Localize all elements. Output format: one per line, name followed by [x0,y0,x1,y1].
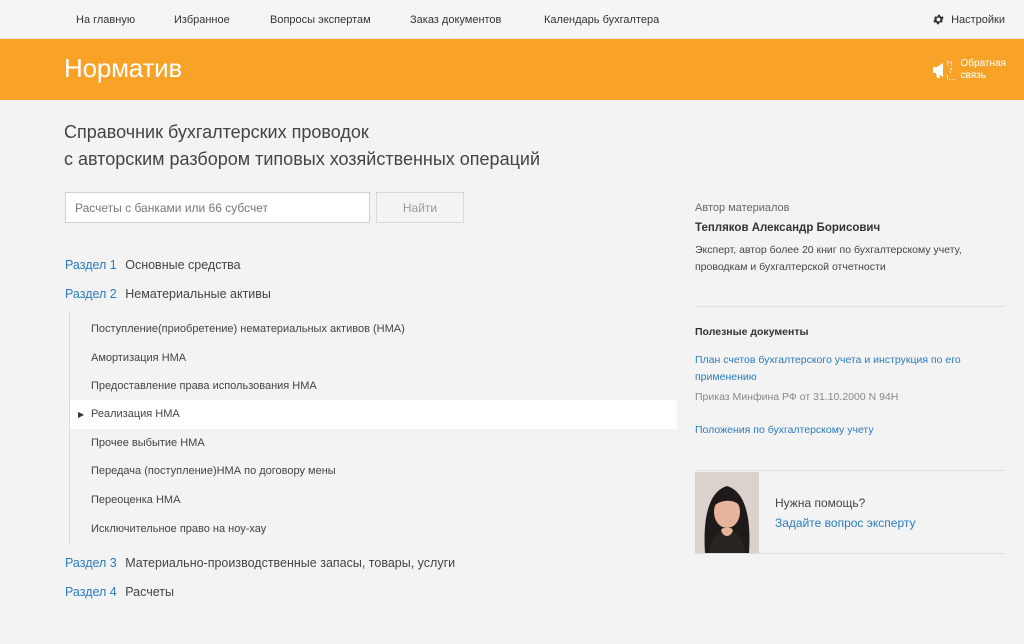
svg-text:!…: !… [946,74,956,82]
top-nav: На главную Избранное Вопросы экспертам З… [0,0,1024,39]
subsection-item[interactable]: Поступление(приобретение) нематериальных… [70,315,677,344]
section-1-link[interactable]: Раздел 1 Основные средства [65,258,241,272]
section-2-subsection-list: Поступление(приобретение) нематериальных… [69,313,677,544]
section-2-link[interactable]: Раздел 2 Нематериальные активы [65,287,271,301]
section-number: Раздел 2 [65,287,117,301]
page-title-line2: с авторским разбором типовых хозяйственн… [64,149,540,169]
subsection-item[interactable]: Передача (поступление)НМА по договору ме… [70,457,677,486]
divider [695,553,1005,554]
subsection-item[interactable]: Исключительное право на ноу-хау [70,515,677,544]
ask-expert-link[interactable]: Задайте вопрос эксперту [775,516,915,530]
author-name: Тепляков Александр Борисович [695,222,881,234]
megaphone-icon: ?! ? !… [932,60,956,82]
section-number: Раздел 4 [65,585,117,599]
subsection-item[interactable]: Переоценка НМА [70,486,677,515]
settings-button[interactable]: Настройки [932,13,1005,26]
page-title-line1: Справочник бухгалтерских проводок [64,122,369,142]
brand-logo[interactable]: Норматив [64,53,182,84]
triangle-right-icon: ▶ [78,410,85,419]
divider [695,306,1005,307]
settings-label: Настройки [951,13,1005,26]
subsection-item[interactable]: Амортизация НМА [70,344,677,373]
section-name: Материально-производственные запасы, тов… [125,556,456,570]
section-4-link[interactable]: Раздел 4 Расчеты [65,585,174,599]
help-question: Нужна помощь? [775,496,866,510]
search-button[interactable]: Найти [376,192,464,223]
author-description: Эксперт, автор более 20 книг по бухгалте… [695,244,962,273]
brand-header: Норматив ?! ? !… Обратная связь [0,39,1024,100]
nav-link-favorites[interactable]: Избранное [174,14,230,26]
gear-icon [933,14,944,25]
nav-link-accountant-calendar[interactable]: Календарь бухгалтера [544,14,659,26]
doc-link-chart-of-accounts[interactable]: План счетов бухгалтерского учета и инстр… [695,352,995,386]
section-name: Основные средства [125,258,241,272]
section-number: Раздел 1 [65,258,117,272]
useful-documents-title: Полезные документы [695,326,809,338]
subsection-item[interactable]: Предоставление права использования НМА [70,372,677,401]
expert-avatar [695,472,759,553]
search-input[interactable] [65,192,370,223]
doc-subtitle: Приказ Минфина РФ от 31.10.2000 N 94Н [695,391,899,403]
subsection-label: Реализация НМА [91,408,180,420]
page-title: Справочник бухгалтерских проводок с авто… [64,119,540,173]
feedback-button[interactable]: ?! ? !… Обратная связь [931,58,1007,82]
section-name: Нематериальные активы [125,287,271,301]
divider [695,470,1005,471]
nav-link-expert-questions[interactable]: Вопросы экспертам [270,14,371,26]
author-label: Автор материалов [695,202,790,214]
doc-link-accounting-regulations[interactable]: Положения по бухгалтерскому учету [695,422,995,439]
subsection-item-active[interactable]: ▶ Реализация НМА [70,400,677,429]
nav-link-order-documents[interactable]: Заказ документов [410,14,501,26]
section-number: Раздел 3 [65,556,117,570]
section-3-link[interactable]: Раздел 3 Материально-производственные за… [65,556,455,570]
subsection-item[interactable]: Прочее выбытие НМА [70,429,677,458]
section-name: Расчеты [125,585,174,599]
nav-link-home[interactable]: На главную [76,14,135,26]
feedback-label: Обратная связь [960,58,1007,81]
